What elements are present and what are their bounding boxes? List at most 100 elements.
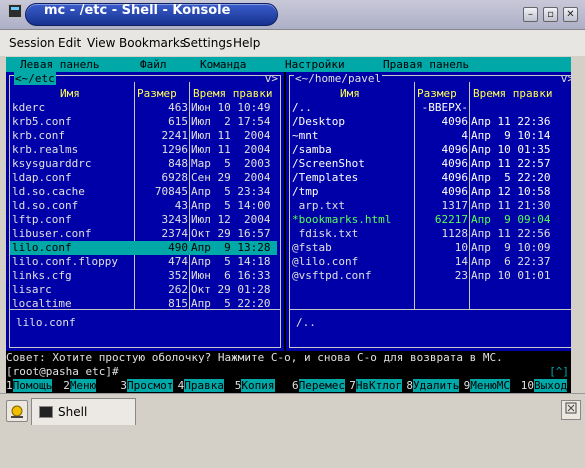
file-size: 1317 — [441, 199, 469, 212]
left-col-name-header[interactable]: Имя — [60, 87, 80, 100]
file-row[interactable]: /samba 4096 Апр 10 01:35 — [290, 143, 557, 157]
left-panel[interactable]: <~/etc v> Имя Размер Время правки kderc 4… — [6, 72, 284, 351]
file-size: 474 — [168, 255, 188, 268]
right-col-size-header[interactable]: Размер — [417, 87, 457, 100]
mini-status-divider — [289, 309, 577, 310]
file-row[interactable]: ld.so.conf 43 Апр 5 14:00 — [10, 199, 277, 213]
menu-bookmarks[interactable]: Bookmarks — [119, 36, 186, 50]
fkey-6[interactable]: 6Перемес — [292, 379, 345, 393]
file-row[interactable]: @fstab 10 Апр 9 10:09 — [290, 241, 557, 255]
mc-menu-right-panel[interactable]: Правая панель — [383, 58, 469, 71]
mc-menu-file[interactable]: Файл — [140, 58, 167, 71]
fkey-1[interactable]: 1Помощь — [6, 379, 53, 393]
vertical-scrollbar[interactable] — [571, 57, 585, 393]
file-row[interactable]: arp.txt 1317 Апр 11 21:30 — [290, 199, 557, 213]
file-size: 4096 — [441, 143, 469, 156]
menu-view[interactable]: View — [87, 36, 115, 50]
close-session-button[interactable] — [561, 400, 581, 420]
file-modified-time: Апр 11 22:36 — [471, 115, 551, 128]
file-name: lftp.conf — [12, 213, 72, 226]
tab-shell[interactable]: Shell — [31, 398, 136, 425]
file-row[interactable]: *bookmarks.html 62217 Апр 9 09:04 — [290, 213, 557, 227]
fkey-4[interactable]: 4Правка — [178, 379, 224, 393]
fkey-label: Перемес — [298, 379, 345, 392]
file-row[interactable]: @lilo.conf 14 Апр 6 22:37 — [290, 255, 557, 269]
file-row[interactable]: ldap.conf 6928 Сен 29 2004 — [10, 171, 277, 185]
file-row[interactable]: /ScreenShot 4096 Апр 11 22:57 — [290, 157, 557, 171]
file-name: krb5.conf — [12, 115, 72, 128]
right-col-name-header[interactable]: Имя — [340, 87, 360, 100]
file-row[interactable]: ld.so.cache 70845 Апр 5 23:34 — [10, 185, 277, 199]
file-modified-time: Июл 12 2004 — [191, 213, 271, 226]
file-name: krb.conf — [12, 129, 65, 142]
file-name: /.. — [292, 101, 312, 114]
fkey-7[interactable]: 7НвКтлог — [349, 379, 403, 393]
file-row[interactable]: krb.realms 1296 Июл 11 2004 — [10, 143, 277, 157]
file-name: arp.txt — [292, 199, 345, 212]
konsole-app-icon[interactable] — [8, 4, 22, 18]
file-name: ~mnt — [292, 129, 319, 142]
left-col-size-header[interactable]: Размер — [137, 87, 177, 100]
window-title: mc - /etc - Shell - Konsole — [44, 3, 231, 18]
fkey-9[interactable]: 9МенюМС — [464, 379, 510, 393]
fkey-number: 10 — [520, 379, 535, 392]
fkey-8[interactable]: 8Удалить — [406, 379, 460, 393]
fkey-number: 7 — [349, 379, 356, 392]
fkey-number: 6 — [292, 379, 299, 392]
file-modified-time: Апр 12 10:58 — [471, 185, 551, 198]
right-panel-path[interactable]: <~/home/pavel — [294, 72, 383, 85]
file-row[interactable]: lilo.conf 490 Апр 9 13:28 — [10, 241, 277, 255]
file-row[interactable]: /Templates 4096 Апр 5 22:20 — [290, 171, 557, 185]
file-row[interactable]: fdisk.txt 1128 Апр 11 22:56 — [290, 227, 557, 241]
file-modified-time: Апр 5 22:20 — [191, 297, 271, 310]
mc-menu-command[interactable]: Команда — [200, 58, 246, 71]
left-panel-path-menu[interactable]: v> — [265, 72, 278, 85]
close-button[interactable]: ✕ — [563, 7, 578, 22]
fkey-10[interactable]: 10Выход — [520, 379, 568, 393]
file-modified-time: Апр 9 13:28 — [191, 241, 271, 254]
fkey-label: Правка — [184, 379, 224, 392]
fkey-5[interactable]: 5Копия — [235, 379, 275, 393]
file-row[interactable]: ~mnt 4 Апр 9 10:14 — [290, 129, 557, 143]
file-row[interactable]: /tmp 4096 Апр 12 10:58 — [290, 185, 557, 199]
file-name: ld.so.conf — [12, 199, 79, 212]
file-row[interactable]: krb5.conf 615 Июл 2 17:54 — [10, 115, 277, 129]
menu-edit[interactable]: Edit — [58, 36, 81, 50]
file-name: kderc — [12, 101, 46, 114]
right-mini-status: /.. — [296, 316, 316, 329]
minimize-button[interactable]: – — [523, 7, 538, 22]
file-row[interactable]: ksysguarddrc 848 Мар 5 2003 — [10, 157, 277, 171]
maximize-button[interactable]: ▫ — [543, 7, 558, 22]
menu-session[interactable]: Session — [9, 36, 55, 50]
new-session-button[interactable] — [6, 400, 28, 422]
left-col-time-header[interactable]: Время правки — [193, 87, 272, 100]
file-row[interactable]: /Desktop 4096 Апр 11 22:36 — [290, 115, 557, 129]
file-row[interactable]: krb.conf 2241 Июл 11 2004 — [10, 129, 277, 143]
mc-menu-options[interactable]: Настройки — [285, 58, 345, 71]
file-row[interactable]: lisarc 262 Окт 29 01:28 — [10, 283, 277, 297]
right-col-time-header[interactable]: Время правки — [473, 87, 552, 100]
file-name: links.cfg — [12, 269, 72, 282]
file-row[interactable]: links.cfg 352 Июн 6 16:33 — [10, 269, 277, 283]
file-size: 14 — [454, 255, 468, 268]
menu-help[interactable]: Help — [233, 36, 260, 50]
file-row[interactable]: lilo.conf.floppy 474 Апр 5 14:18 — [10, 255, 277, 269]
left-panel-path[interactable]: <~/etc — [14, 72, 56, 85]
fkey-label: МенюМС — [470, 379, 510, 392]
file-row[interactable]: /.. -ВВЕРХ- — [290, 101, 557, 115]
terminal-area[interactable]: Левая панель Файл Команда Настройки Прав… — [6, 57, 585, 393]
file-row[interactable]: libuser.conf 2374 Окт 29 16:57 — [10, 227, 277, 241]
file-row[interactable]: @vsftpd.conf 23 Апр 10 01:01 — [290, 269, 557, 283]
shell-prompt[interactable]: [root@pasha etc]# — [6, 365, 585, 379]
menu-settings[interactable]: Settings — [183, 36, 232, 50]
right-panel[interactable]: <~/home/pavel v> Имя Размер Время правки… — [286, 72, 580, 351]
file-row[interactable]: kderc 463 Июн 10 10:49 — [10, 101, 277, 115]
file-size: 815 — [168, 297, 188, 310]
fkey-2[interactable]: 2Меню — [63, 379, 97, 393]
file-name: lilo.conf — [12, 241, 72, 254]
file-modified-time: Апр 5 14:00 — [191, 199, 271, 212]
file-row[interactable]: localtime 815 Апр 5 22:20 — [10, 297, 277, 311]
file-row[interactable]: lftp.conf 3243 Июл 12 2004 — [10, 213, 277, 227]
fkey-3[interactable]: 3Просмот — [120, 379, 174, 393]
mc-menu-left-panel[interactable]: Левая панель — [20, 58, 99, 71]
